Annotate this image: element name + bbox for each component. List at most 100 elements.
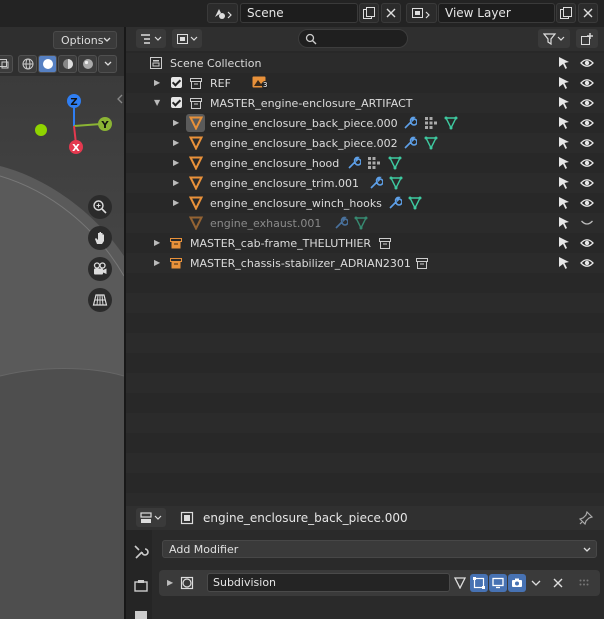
selectable-arrow-icon[interactable]	[557, 76, 571, 90]
outliner-row-scene-collection[interactable]: Scene Collection	[126, 53, 604, 73]
outliner-row-back-piece-002[interactable]: ▶ engine_enclosure_back_piece.002	[126, 133, 604, 153]
render-tab-icon[interactable]	[133, 578, 149, 594]
selectable-arrow-icon[interactable]	[557, 156, 571, 170]
filter-button[interactable]	[538, 29, 570, 48]
selectable-arrow-icon[interactable]	[557, 56, 571, 70]
selectable-arrow-icon[interactable]	[557, 96, 571, 110]
wrench-modifier-icon[interactable]	[403, 136, 417, 150]
editor-type-button[interactable]	[136, 508, 166, 527]
eye-icon[interactable]	[580, 96, 594, 110]
outliner-row-back-piece-000[interactable]: ▶ engine_enclosure_back_piece.000	[126, 113, 604, 133]
selectable-arrow-icon[interactable]	[557, 236, 571, 250]
expand-arrow-icon[interactable]: ▶	[173, 159, 181, 167]
add-modifier-dropdown[interactable]: Add Modifier	[162, 540, 597, 558]
vertex-group-icon[interactable]	[367, 156, 381, 170]
expand-arrow-icon[interactable]: ▶	[173, 199, 181, 207]
camera-view-button[interactable]	[88, 257, 112, 281]
pin-icon[interactable]	[579, 511, 593, 525]
new-collection-button[interactable]	[576, 29, 598, 48]
eye-icon[interactable]	[580, 256, 594, 270]
viewport-canvas[interactable]: Z Y X	[0, 76, 124, 619]
expand-arrow-icon[interactable]: ▶	[173, 139, 181, 147]
pan-button[interactable]	[88, 226, 112, 250]
options-dropdown[interactable]: Options	[53, 31, 117, 49]
exclude-checkbox[interactable]	[171, 97, 182, 108]
remove-scene-button[interactable]	[381, 3, 401, 23]
collection-icon[interactable]	[378, 236, 392, 250]
outliner-row-chassis-stabilizer[interactable]: ▶ MASTER_chassis-stabilizer_ADRIAN2301	[126, 253, 604, 273]
wrench-modifier-icon[interactable]	[334, 216, 348, 230]
outliner-row-ref[interactable]: ▶ REF 3	[126, 73, 604, 93]
vertex-group-icon[interactable]	[424, 116, 438, 130]
editor-type-button[interactable]	[136, 29, 166, 48]
wrench-modifier-icon[interactable]	[403, 116, 417, 130]
outliner-search-input[interactable]	[298, 29, 408, 48]
outliner-row-cab-frame[interactable]: ▶ MASTER_cab-frame_THELUTHIER	[126, 233, 604, 253]
eye-icon[interactable]	[580, 176, 594, 190]
outliner-row-exhaust-001[interactable]: engine_exhaust.001	[126, 213, 604, 233]
exclude-checkbox[interactable]	[171, 77, 182, 88]
perspective-toggle-button[interactable]	[88, 288, 112, 312]
eye-icon[interactable]	[580, 196, 594, 210]
modifier-name-field[interactable]: Subdivision	[207, 573, 450, 592]
wrench-modifier-icon[interactable]	[369, 176, 383, 190]
mesh-data-icon[interactable]	[444, 116, 458, 130]
expand-arrow-icon[interactable]: ▶	[173, 119, 181, 127]
tool-settings-tab-icon[interactable]	[133, 544, 149, 560]
outliner-row-engine-enclosure-collection[interactable]: ▼ MASTER_engine-enclosure_ARTIFACT	[126, 93, 604, 113]
shading-options-button[interactable]	[98, 55, 117, 73]
realtime-toggle[interactable]	[489, 574, 507, 592]
mesh-data-icon[interactable]	[424, 136, 438, 150]
new-scene-button[interactable]	[359, 3, 379, 23]
selectable-arrow-icon[interactable]	[557, 256, 571, 270]
remove-modifier-button[interactable]	[549, 574, 567, 592]
eye-icon[interactable]	[580, 76, 594, 90]
negative-y-axis-dot[interactable]	[34, 123, 48, 137]
view-layer-selector-button[interactable]	[406, 3, 437, 23]
outliner-row-hood[interactable]: ▶ engine_enclosure_hood	[126, 153, 604, 173]
expand-arrow-icon[interactable]: ▶	[154, 259, 162, 267]
expand-arrow-icon[interactable]: ▶	[154, 79, 162, 87]
zoom-button[interactable]	[88, 195, 112, 219]
navigation-gizmo[interactable]: Z Y X	[36, 76, 116, 154]
mesh-data-icon[interactable]	[388, 156, 402, 170]
rendered-shading-button[interactable]	[78, 55, 97, 73]
outliner-row-trim-001[interactable]: ▶ engine_enclosure_trim.001	[126, 173, 604, 193]
scene-name-field[interactable]: Scene	[240, 3, 358, 23]
collapse-arrow-icon[interactable]: ▼	[154, 99, 162, 107]
selectable-arrow-icon[interactable]	[557, 196, 571, 210]
edit-mode-toggle[interactable]	[451, 574, 469, 592]
eye-icon[interactable]	[580, 116, 594, 130]
eye-icon[interactable]	[580, 236, 594, 250]
display-mode-button[interactable]	[172, 29, 202, 48]
output-tab-icon[interactable]	[133, 608, 149, 619]
on-cage-toggle[interactable]	[470, 574, 488, 592]
selectable-arrow-icon[interactable]	[557, 176, 571, 190]
outliner-row-winch-hooks[interactable]: ▶ engine_enclosure_winch_hooks	[126, 193, 604, 213]
render-toggle[interactable]	[508, 574, 526, 592]
selectable-arrow-icon[interactable]	[557, 116, 571, 130]
modifier-menu-button[interactable]	[527, 574, 545, 592]
material-shading-button[interactable]	[58, 55, 77, 73]
scene-selector-button[interactable]	[207, 3, 238, 23]
selectable-arrow-icon[interactable]	[557, 216, 571, 230]
overlay-toggle-button[interactable]	[0, 55, 13, 73]
selectable-arrow-icon[interactable]	[557, 136, 571, 150]
collection-icon[interactable]	[415, 256, 429, 270]
mesh-data-icon[interactable]	[408, 196, 422, 210]
eye-icon[interactable]	[580, 136, 594, 150]
expand-arrow-icon[interactable]: ▶	[173, 179, 181, 187]
remove-view-layer-button[interactable]	[578, 3, 598, 23]
view-layer-name-field[interactable]: View Layer	[438, 3, 555, 23]
expand-arrow-icon[interactable]: ▶	[154, 239, 162, 247]
eye-icon[interactable]	[580, 156, 594, 170]
3d-viewport[interactable]: Options Z Y X	[0, 27, 124, 619]
wireframe-shading-button[interactable]	[18, 55, 37, 73]
solid-shading-button[interactable]	[38, 55, 57, 73]
wrench-modifier-icon[interactable]	[347, 156, 361, 170]
sidebar-toggle-icon[interactable]	[116, 94, 124, 104]
mesh-data-icon[interactable]	[354, 216, 368, 230]
new-view-layer-button[interactable]	[556, 3, 576, 23]
eye-closed-icon[interactable]	[580, 216, 594, 230]
expand-arrow-icon[interactable]: ▶	[167, 579, 175, 587]
